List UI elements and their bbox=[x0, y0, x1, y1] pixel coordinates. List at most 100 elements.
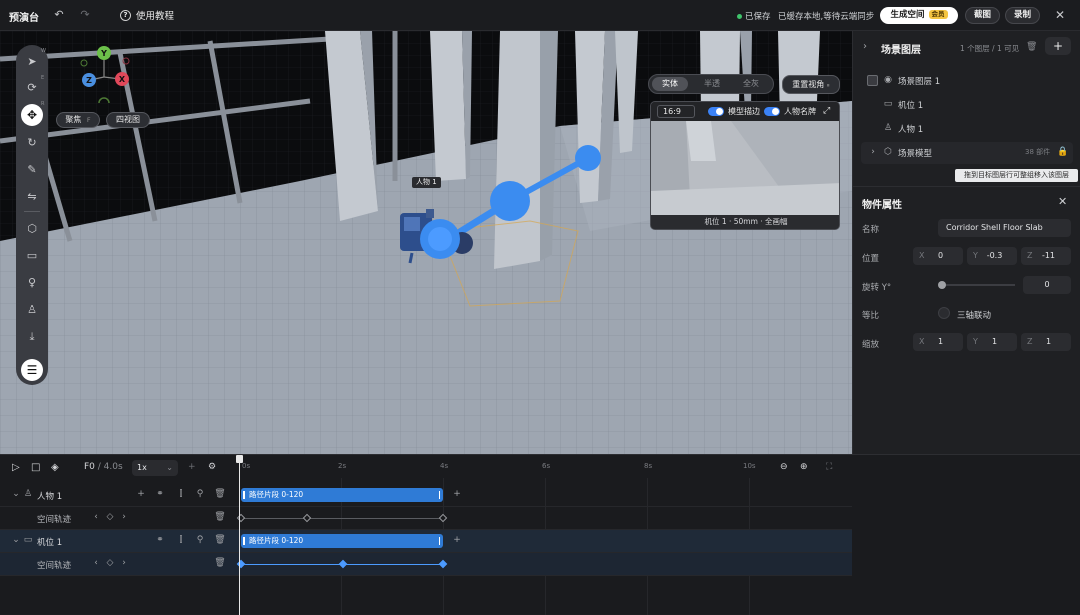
keyframe-icon[interactable]: ◇ bbox=[104, 558, 116, 568]
render-mode-solid[interactable]: 实体 bbox=[652, 77, 688, 91]
name-input[interactable]: Corridor Shell Floor Slab bbox=[938, 219, 1071, 237]
person-icon[interactable]: ♙ bbox=[23, 301, 41, 319]
uniform-radio[interactable] bbox=[938, 307, 950, 319]
next-key-icon[interactable]: › bbox=[118, 558, 130, 568]
split-icon[interactable]: ⫿ bbox=[175, 535, 187, 545]
zoom-out-icon[interactable]: ⊖ bbox=[780, 462, 788, 472]
aspect-ratio-select[interactable]: 16:9 bbox=[657, 105, 695, 118]
delete-layer-icon[interactable]: 🗑 bbox=[1026, 42, 1037, 52]
expand-icon[interactable]: ⤢ bbox=[823, 106, 830, 116]
delete-icon[interactable]: 🗑 bbox=[214, 535, 226, 545]
close-icon[interactable]: ✕ bbox=[1058, 195, 1067, 208]
scale-icon[interactable]: ✎ bbox=[23, 161, 41, 179]
add-layer-button[interactable]: + bbox=[1045, 37, 1071, 55]
expand-chevron-icon[interactable]: › bbox=[867, 146, 879, 158]
lock-icon[interactable]: 🔒 bbox=[1057, 146, 1069, 158]
layer-row-1[interactable]: ◉ 场景图层 1 bbox=[861, 70, 1073, 92]
play-icon[interactable]: ▷ bbox=[12, 462, 20, 473]
position-x-field[interactable]: X0 bbox=[913, 247, 963, 265]
import-icon[interactable]: ⤓ bbox=[23, 328, 41, 346]
screenshot-button[interactable]: 截图 bbox=[965, 7, 1000, 24]
camera-icon[interactable]: ▭ bbox=[23, 247, 41, 265]
settings-icon[interactable]: ☰ bbox=[21, 359, 43, 381]
keyframe-marker[interactable] bbox=[438, 559, 448, 569]
select-icon[interactable]: ➤ bbox=[23, 53, 41, 71]
layer-checkbox[interactable] bbox=[867, 75, 878, 86]
track-label: 机位 1 bbox=[37, 538, 63, 548]
redo-icon[interactable]: ↷ bbox=[78, 8, 92, 22]
layer-row-scene-model[interactable]: › ⬡ 场景模型 38 部件 🔒 bbox=[861, 142, 1073, 164]
keyframe-marker[interactable] bbox=[338, 559, 348, 569]
pin-icon[interactable]: ⚲ bbox=[194, 489, 206, 499]
render-mode-translucent[interactable]: 半透 bbox=[694, 77, 730, 91]
camera-preview[interactable]: 16:9 模型描边 人物名牌 ⤢ 机位 1 · 50mm · 全画幅 bbox=[650, 101, 840, 230]
adjust-icon[interactable]: ⚙ bbox=[208, 462, 216, 472]
add-clip-icon[interactable]: + bbox=[451, 535, 463, 545]
collapse-icon[interactable]: ⌄ bbox=[10, 535, 22, 545]
undo-icon[interactable]: ↶ bbox=[52, 8, 66, 22]
record-button[interactable]: 录制 bbox=[1005, 7, 1040, 24]
axis-gizmo[interactable]: Y Z X bbox=[76, 41, 136, 103]
path-clip[interactable]: 路径片段 0-120 bbox=[241, 534, 443, 548]
time-ruler[interactable]: 0s 2s 4s 6s 8s 10s bbox=[238, 455, 766, 478]
pin-icon[interactable]: ⚲ bbox=[194, 535, 206, 545]
keyframe-marker[interactable] bbox=[302, 513, 312, 523]
tutorial-link[interactable]: ? 使用教程 bbox=[120, 8, 174, 22]
move-icon[interactable]: ✥ bbox=[21, 104, 43, 126]
playhead-handle[interactable] bbox=[236, 455, 243, 463]
close-icon[interactable]: ✕ bbox=[1053, 8, 1067, 22]
track-row-camera[interactable]: ⌄ ▭ 机位 1 ⚭ ⫿ ⚲ 🗑 路径片段 0-120 + bbox=[0, 530, 852, 553]
path-clip[interactable]: 路径片段 0-120 bbox=[241, 488, 443, 502]
position-y-field[interactable]: Y -0.3 bbox=[967, 247, 1017, 265]
flip-icon[interactable]: ⇋ bbox=[23, 188, 41, 206]
quad-view-button[interactable]: 四视图 bbox=[106, 112, 150, 128]
character-nameplate: 人物 1 bbox=[412, 177, 441, 188]
model-outline-toggle[interactable] bbox=[708, 107, 724, 116]
eye-icon[interactable]: ◉ bbox=[882, 74, 894, 86]
keyframe-marker[interactable] bbox=[438, 513, 448, 523]
add-track-icon[interactable]: + bbox=[188, 462, 196, 472]
delete-icon[interactable]: 🗑 bbox=[214, 558, 226, 568]
playhead[interactable] bbox=[239, 455, 240, 615]
rotate-icon[interactable]: ↻ bbox=[23, 134, 41, 152]
add-clip-icon[interactable]: + bbox=[451, 489, 463, 499]
subtrack-row-camera[interactable]: 空间轨迹 ‹ ◇ › 🗑 bbox=[0, 553, 852, 576]
cube-icon[interactable]: ⬡ bbox=[23, 220, 41, 238]
position-z-field[interactable]: Z -11 bbox=[1021, 247, 1071, 265]
layer-row-person[interactable]: ♙ 人物 1 bbox=[861, 118, 1073, 140]
track-row-person[interactable]: ⌄ ♙ 人物 1 + ⚭ ⫿ ⚲ 🗑 路径片段 0-120 + bbox=[0, 484, 852, 507]
reset-view-button[interactable]: 重置视角 ⏸ bbox=[782, 75, 840, 94]
fit-icon[interactable]: ⛶ bbox=[826, 462, 832, 472]
scale-x-field[interactable]: X1 bbox=[913, 333, 963, 351]
split-icon[interactable]: ⫿ bbox=[175, 489, 187, 499]
collapse-chevron-icon[interactable]: › bbox=[863, 41, 867, 52]
collapse-icon[interactable]: ⌄ bbox=[10, 489, 22, 499]
delete-icon[interactable]: 🗑 bbox=[214, 489, 226, 499]
keyframe-icon[interactable]: ◇ bbox=[104, 512, 116, 522]
scale-y-field[interactable]: Y1 bbox=[967, 333, 1017, 351]
rotation-slider[interactable] bbox=[941, 284, 1015, 286]
character-tag-toggle[interactable] bbox=[764, 107, 780, 116]
rotation-input[interactable]: 0 bbox=[1023, 276, 1071, 294]
3d-viewport[interactable]: Y Z X 聚焦 F 四视图 人物 1 实体 半透 全灰 重置视角 ⏸ 16:9… bbox=[0, 31, 852, 454]
layer-row-camera[interactable]: ▭ 机位 1 bbox=[861, 94, 1073, 116]
delete-icon[interactable]: 🗑 bbox=[214, 512, 226, 522]
add-icon[interactable]: + bbox=[135, 489, 147, 499]
speed-select[interactable]: 1x ⌄ bbox=[132, 460, 178, 476]
prev-key-icon[interactable]: ‹ bbox=[90, 512, 102, 522]
link-icon[interactable]: ⚭ bbox=[154, 535, 166, 545]
zoom-in-icon[interactable]: ⊕ bbox=[800, 462, 808, 472]
prev-key-icon[interactable]: ‹ bbox=[90, 558, 102, 568]
orbit-icon[interactable]: ⟳ bbox=[23, 79, 41, 97]
light-icon[interactable]: ♀ bbox=[23, 274, 41, 292]
link-icon[interactable]: ⚭ bbox=[154, 489, 166, 499]
focus-button[interactable]: 聚焦 F bbox=[56, 112, 100, 128]
stop-icon[interactable]: □ bbox=[31, 462, 40, 473]
render-mode-gray[interactable]: 全灰 bbox=[733, 77, 769, 91]
subtrack-row-person[interactable]: 空间轨迹 ‹ ◇ › 🗑 bbox=[0, 507, 852, 530]
scale-z-field[interactable]: Z1 bbox=[1021, 333, 1071, 351]
next-key-icon[interactable]: › bbox=[118, 512, 130, 522]
rotation-slider-thumb[interactable] bbox=[938, 281, 946, 289]
keyframe-icon[interactable]: ◈ bbox=[51, 462, 59, 473]
generate-space-button[interactable]: 生成空间 会员 bbox=[880, 7, 958, 24]
